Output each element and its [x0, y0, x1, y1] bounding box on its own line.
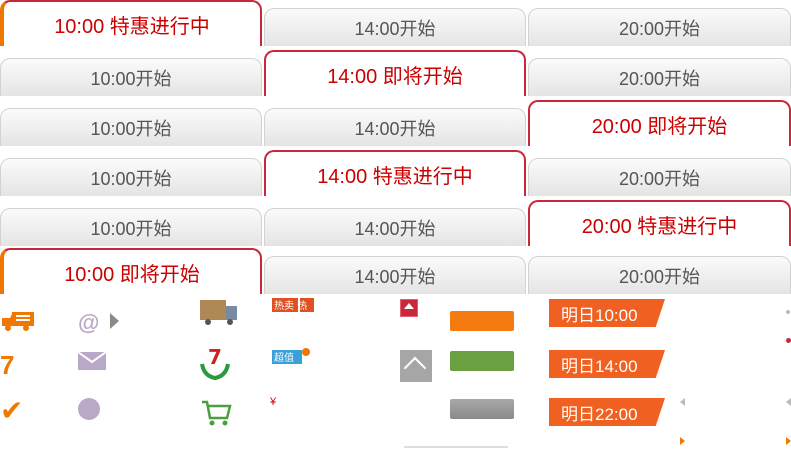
tab-row-1: 10:00 特惠进行中 14:00开始 20:00开始	[0, 0, 791, 48]
arrow-right-orange-icon[interactable]	[786, 437, 791, 445]
tab-1400[interactable]: 14:00开始	[264, 208, 526, 246]
yen-icon: ¥	[270, 396, 277, 408]
tab-2000[interactable]: 20:00开始	[528, 58, 791, 96]
tab-1000[interactable]: 10:00开始	[0, 208, 262, 246]
scroll-top-icon[interactable]	[400, 299, 418, 317]
tomorrow-2200-tag: 明日22:00	[549, 398, 665, 426]
tab-1400[interactable]: 14:00开始	[264, 256, 526, 294]
svg-text:7: 7	[208, 346, 222, 369]
cargo-truck-icon	[200, 300, 237, 325]
tab-row-2: 10:00开始 14:00 即将开始 20:00开始	[0, 50, 791, 98]
play-arrow-icon[interactable]	[110, 313, 119, 329]
tab-1000[interactable]: 10:00开始	[0, 158, 262, 196]
tab-row-3: 10:00开始 14:00开始 20:00 即将开始	[0, 100, 791, 148]
arrow-left-gray-icon[interactable]	[786, 398, 791, 406]
dot-gray-icon	[786, 310, 790, 314]
seven-day-green-icon: 7	[200, 346, 230, 380]
green-button[interactable]	[450, 351, 514, 371]
smile-icon	[78, 398, 100, 420]
dot-red-icon	[786, 338, 791, 343]
tomorrow-1400-tag: 明日14:00	[549, 350, 665, 378]
tab-1400-active[interactable]: 14:00 即将开始	[264, 50, 526, 96]
tab-1000[interactable]: 10:00开始	[0, 58, 262, 96]
tab-2000[interactable]: 20:00开始	[528, 8, 791, 46]
tab-1400-active[interactable]: 14:00 特惠进行中	[264, 150, 526, 196]
hot-sale-badge-icon: 热卖 热	[272, 298, 314, 312]
svg-text:超值: 超值	[274, 351, 294, 364]
tab-row-6: 10:00 即将开始 14:00开始 20:00开始	[0, 248, 791, 296]
back-to-top-icon[interactable]	[400, 350, 432, 382]
tab-1000-active[interactable]: 10:00 即将开始	[0, 248, 262, 294]
tab-2000-active[interactable]: 20:00 即将开始	[528, 100, 791, 146]
tab-row-5: 10:00开始 14:00开始 20:00 特惠进行中	[0, 200, 791, 248]
mail-icon	[78, 352, 106, 370]
gray-button[interactable]	[450, 399, 514, 419]
arrow-right-orange-icon[interactable]	[680, 437, 685, 445]
tab-1400[interactable]: 14:00开始	[264, 108, 526, 146]
tab-2000-active[interactable]: 20:00 特惠进行中	[528, 200, 791, 246]
orange-button[interactable]	[450, 311, 514, 331]
tomorrow-1000-tag: 明日10:00	[549, 299, 665, 327]
svg-text:热卖 热: 热卖 热	[274, 299, 307, 312]
tab-2000[interactable]: 20:00开始	[528, 256, 791, 294]
tab-1400[interactable]: 14:00开始	[264, 8, 526, 46]
tab-row-4: 10:00开始 14:00 特惠进行中 20:00开始	[0, 150, 791, 198]
delivery-truck-icon	[2, 312, 34, 331]
at-icon: @	[78, 310, 100, 335]
tab-1000-active[interactable]: 10:00 特惠进行中	[0, 0, 262, 46]
super-value-badge-icon: 超值	[272, 348, 310, 364]
shopping-cart-icon	[202, 400, 232, 426]
check-icon: ✔	[0, 395, 24, 426]
seven-day-orange-icon: 7	[0, 350, 15, 380]
arrow-left-gray-icon[interactable]	[680, 398, 685, 406]
divider	[404, 446, 508, 448]
tab-1000[interactable]: 10:00开始	[0, 108, 262, 146]
tab-2000[interactable]: 20:00开始	[528, 158, 791, 196]
